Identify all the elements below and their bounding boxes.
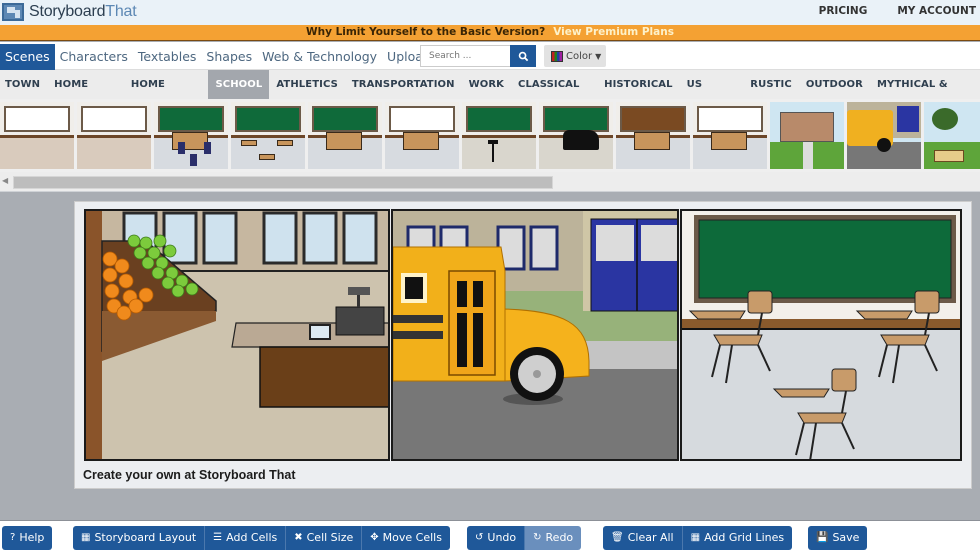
search-button[interactable]	[510, 45, 536, 67]
scene-thumbnail-classroom-chairs[interactable]	[231, 102, 305, 169]
category-outdoor[interactable]: OUTDOOR	[799, 70, 870, 99]
scroll-left-icon[interactable]: ◀	[2, 176, 8, 185]
redo-button[interactable]: ↻ Redo	[525, 526, 582, 550]
category-us-history[interactable]: US HISTORY	[680, 70, 744, 119]
add-grid-lines-button[interactable]: ▦ Add Grid Lines	[682, 526, 793, 550]
promo-banner: Why Limit Yourself to the Basic Version?…	[0, 25, 980, 41]
move-cells-button[interactable]: ✥ Move Cells	[362, 526, 450, 550]
category-historical[interactable]: HISTORICAL	[597, 70, 680, 99]
resize-icon: ✖	[294, 532, 303, 543]
storyboard-layout-button[interactable]: ▦ Storyboard Layout	[73, 526, 206, 550]
scene-thumbnail-playground[interactable]	[924, 102, 980, 169]
history-button-group: ↺ Undo ↻ Redo	[467, 526, 582, 550]
scene-thumbnail-classroom-teacher-desk[interactable]	[308, 102, 382, 169]
edit-button-group: 🗑 Clear All ▦ Add Grid Lines	[603, 526, 793, 550]
category-town[interactable]: TOWN	[0, 70, 47, 99]
scene-thumbnail-music-room-piano[interactable]	[539, 102, 613, 169]
film-icon: ▦	[81, 532, 91, 543]
cell-size-button[interactable]: ✖ Cell Size	[286, 526, 363, 550]
help-button[interactable]: ? Help	[2, 526, 53, 550]
save-button[interactable]: 💾 Save	[808, 526, 868, 550]
floppy-disk-icon: 💾	[816, 532, 829, 543]
watermark-text: Create your own at Storyboard That	[83, 468, 296, 482]
category-transportation[interactable]: TRANSPORTATION	[345, 70, 462, 99]
brand-name: Storyboard	[29, 3, 106, 20]
view-premium-plans-link[interactable]: View Premium Plans	[553, 26, 674, 38]
category-classical-homes[interactable]: CLASSICAL HOMES	[511, 70, 597, 119]
library-toolbar: Scenes Characters Textables Shapes Web &…	[0, 42, 980, 70]
scene-thumbnail-classroom-desks[interactable]	[154, 102, 228, 169]
scene-categories: TOWNHOME (INDOOR)HOME (OUTDOOR)SCHOOLATH…	[0, 70, 980, 119]
thumbnail-scrollbar[interactable]: ◀	[0, 172, 980, 192]
tab-textables[interactable]: Textables	[133, 44, 202, 70]
storyboard-workspace: Create your own at Storyboard That	[0, 193, 980, 520]
scene-thumbnail-art-room[interactable]	[77, 102, 151, 169]
scene-thumbnail-science-cabinets[interactable]	[616, 102, 690, 169]
trash-icon: 🗑	[611, 532, 624, 543]
scene-thumbnail-music-room-stands[interactable]	[462, 102, 536, 169]
scene-thumbnail-strip	[0, 99, 980, 172]
classroom-scene	[682, 211, 961, 459]
undo-icon: ↺	[475, 532, 484, 543]
undo-button[interactable]: ↺ Undo	[467, 526, 526, 550]
grid-icon: ▦	[690, 532, 701, 543]
category-school[interactable]: SCHOOL	[208, 70, 270, 99]
category-mythical-futuristic[interactable]: MYTHICAL & FUTURISTIC	[870, 70, 980, 119]
pricing-link[interactable]: PRICING	[819, 5, 868, 17]
color-dropdown[interactable]: Color ▼	[544, 45, 606, 67]
category-work[interactable]: WORK	[462, 70, 511, 99]
tab-shapes[interactable]: Shapes	[201, 44, 257, 70]
question-icon: ?	[10, 532, 16, 543]
scene-thumbnail-school-bus[interactable]	[847, 102, 921, 169]
tab-characters[interactable]: Characters	[55, 44, 133, 70]
my-account-link[interactable]: MY ACCOUNT	[897, 5, 976, 17]
category-home-indoor[interactable]: HOME (INDOOR)	[47, 70, 124, 119]
storyboard-logo-icon	[2, 3, 24, 21]
storyboard-cell-classroom[interactable]	[680, 209, 962, 461]
tab-scenes[interactable]: Scenes	[0, 44, 55, 70]
school-bus-scene	[392, 211, 678, 459]
storyboard-sheet: Create your own at Storyboard That	[74, 201, 972, 489]
scene-thumbnail-science-lab[interactable]	[693, 102, 767, 169]
caret-down-icon: ▼	[595, 51, 602, 61]
tab-web-technology[interactable]: Web & Technology	[257, 44, 382, 70]
scene-thumbnail-whiteboard-teacher-desk[interactable]	[385, 102, 459, 169]
storyboard-cell-school-bus[interactable]	[390, 209, 680, 461]
brand-logo[interactable]: StoryboardThat	[2, 3, 137, 21]
clear-all-button[interactable]: 🗑 Clear All	[603, 526, 683, 550]
color-palette-icon	[551, 50, 563, 62]
color-label: Color	[566, 50, 593, 62]
storyboard-cell-grocery-store[interactable]	[84, 209, 390, 461]
scene-thumbnail-school-exterior[interactable]	[770, 102, 844, 169]
category-rustic[interactable]: RUSTIC	[743, 70, 799, 99]
move-icon: ✥	[370, 532, 379, 543]
search-input[interactable]	[420, 45, 510, 67]
list-icon: ☰	[213, 532, 223, 543]
add-cells-button[interactable]: ☰ Add Cells	[205, 526, 287, 550]
category-home-outdoor[interactable]: HOME (OUTDOOR)	[124, 70, 209, 119]
scene-thumbnail-cafeteria-whiteboard[interactable]	[0, 102, 74, 169]
bottom-toolbar: ? Help ▦ Storyboard Layout ☰ Add Cells ✖ Cel…	[0, 520, 980, 551]
search-icon	[518, 51, 528, 61]
brand-accent: That	[105, 3, 137, 20]
grocery-store-scene	[86, 211, 388, 459]
redo-icon: ↻	[533, 532, 542, 543]
scrollbar-thumb[interactable]	[13, 176, 553, 189]
category-athletics[interactable]: ATHLETICS	[269, 70, 345, 99]
layout-button-group: ▦ Storyboard Layout ☰ Add Cells ✖ Cell Size…	[73, 526, 450, 550]
promo-text: Why Limit Yourself to the Basic Version?	[306, 26, 546, 38]
top-header: StoryboardThat PRICING MY ACCOUNT	[0, 0, 980, 25]
